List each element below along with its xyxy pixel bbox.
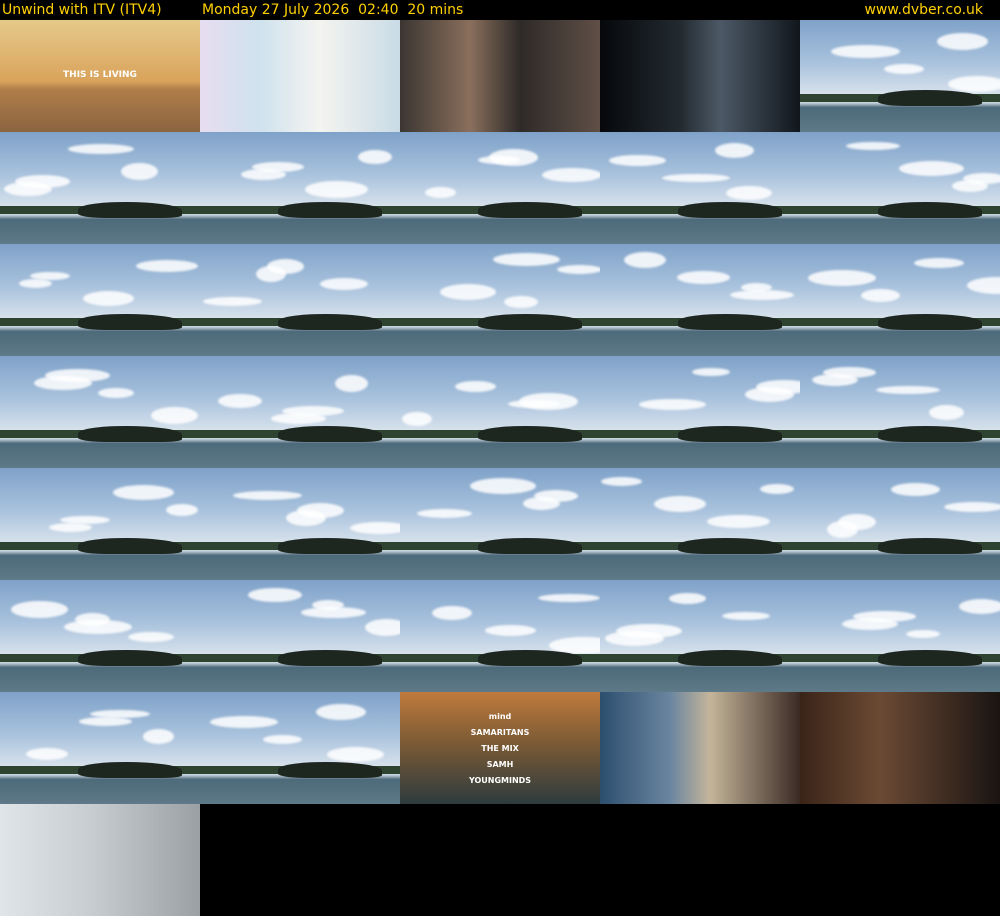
promo-charity-name: SAMARITANS — [470, 728, 530, 737]
island-silhouette — [478, 650, 582, 666]
island-silhouette — [678, 202, 782, 218]
island-silhouette — [78, 314, 182, 330]
island-silhouette — [278, 538, 382, 554]
thumbnail-island-seascape[interactable] — [0, 468, 200, 580]
thumbnail-grid: THIS IS LIVING mind SAMARITANS THE MIX SAMH Y… — [0, 20, 1000, 916]
thumbnail-island-seascape[interactable] — [0, 356, 200, 468]
thumbnail-kitchen-ad[interactable] — [600, 692, 800, 804]
island-silhouette — [478, 426, 582, 442]
island-silhouette — [878, 426, 982, 442]
thumbnail-dark-film-clip[interactable] — [600, 20, 800, 132]
thumbnail-island-seascape[interactable] — [400, 580, 600, 692]
thumbnail-island-seascape[interactable] — [200, 244, 400, 356]
thumbnail-island-seascape[interactable] — [200, 692, 400, 804]
island-silhouette — [878, 202, 982, 218]
promo-charity-name: mind — [488, 712, 512, 721]
island-silhouette — [878, 538, 982, 554]
thumbnail-drama-clip[interactable] — [400, 20, 600, 132]
ad-slogan: THIS IS LIVING — [63, 70, 137, 80]
thumbnail-island-seascape[interactable] — [400, 244, 600, 356]
promo-charity-name: SAMH — [486, 760, 514, 769]
thumbnail-island-seascape[interactable] — [0, 244, 200, 356]
island-silhouette — [78, 538, 182, 554]
thumbnail-island-seascape[interactable] — [800, 468, 1000, 580]
island-silhouette — [878, 314, 982, 330]
thumbnail-beach-ad[interactable]: THIS IS LIVING — [0, 20, 200, 132]
island-silhouette — [278, 762, 382, 778]
broadcast-datetime: Monday 27 July 2026 02:40 20 mins — [202, 2, 464, 18]
thumbnail-island-seascape[interactable] — [200, 580, 400, 692]
island-silhouette — [478, 538, 582, 554]
thumbnail-island-seascape[interactable] — [800, 132, 1000, 244]
island-silhouette — [878, 90, 982, 106]
thumbnail-island-seascape[interactable] — [600, 468, 800, 580]
thumbnail-island-seascape[interactable] — [0, 692, 200, 804]
thumbnail-laundry-ad[interactable] — [0, 804, 200, 916]
island-silhouette — [478, 314, 582, 330]
thumbnail-island-seascape[interactable] — [600, 132, 800, 244]
island-silhouette — [678, 426, 782, 442]
programme-title: Unwind with ITV (ITV4) — [2, 2, 162, 18]
thumbnail-island-seascape[interactable] — [800, 356, 1000, 468]
thumbnail-island-seascape[interactable] — [800, 244, 1000, 356]
site-link[interactable]: www.dvber.co.uk — [864, 0, 983, 20]
island-silhouette — [678, 650, 782, 666]
thumbnail-island-seascape[interactable] — [0, 132, 200, 244]
thumbnail-mental-health-promo[interactable]: mind SAMARITANS THE MIX SAMH YOUNGMINDS — [400, 692, 600, 804]
island-silhouette — [278, 314, 382, 330]
island-silhouette — [478, 202, 582, 218]
thumbnail-island-seascape[interactable] — [800, 580, 1000, 692]
thumbnail-island-seascape[interactable] — [600, 356, 800, 468]
island-silhouette — [878, 650, 982, 666]
promo-charity-name: YOUNGMINDS — [468, 776, 532, 785]
header-bar: Unwind with ITV (ITV4) Monday 27 July 20… — [0, 0, 1000, 20]
thumbnail-island-seascape[interactable] — [400, 356, 600, 468]
thumbnail-party-ad[interactable] — [200, 20, 400, 132]
island-silhouette — [78, 202, 182, 218]
thumbnail-island-seascape[interactable] — [200, 468, 400, 580]
island-silhouette — [278, 426, 382, 442]
island-silhouette — [278, 202, 382, 218]
thumbnail-island-seascape[interactable] — [0, 580, 200, 692]
thumbnail-island-seascape[interactable] — [200, 132, 400, 244]
thumbnail-island-seascape[interactable] — [600, 580, 800, 692]
thumbnail-island-seascape[interactable] — [400, 132, 600, 244]
thumbnail-tablet-ad[interactable] — [800, 692, 1000, 804]
thumbnail-island-seascape[interactable] — [800, 20, 1000, 132]
island-silhouette — [278, 650, 382, 666]
island-silhouette — [678, 538, 782, 554]
island-silhouette — [78, 426, 182, 442]
thumbnail-island-seascape[interactable] — [200, 356, 400, 468]
thumbnail-island-seascape[interactable] — [400, 468, 600, 580]
thumbnail-island-seascape[interactable] — [600, 244, 800, 356]
island-silhouette — [78, 650, 182, 666]
island-silhouette — [678, 314, 782, 330]
island-silhouette — [78, 762, 182, 778]
promo-charity-name: THE MIX — [481, 744, 519, 753]
